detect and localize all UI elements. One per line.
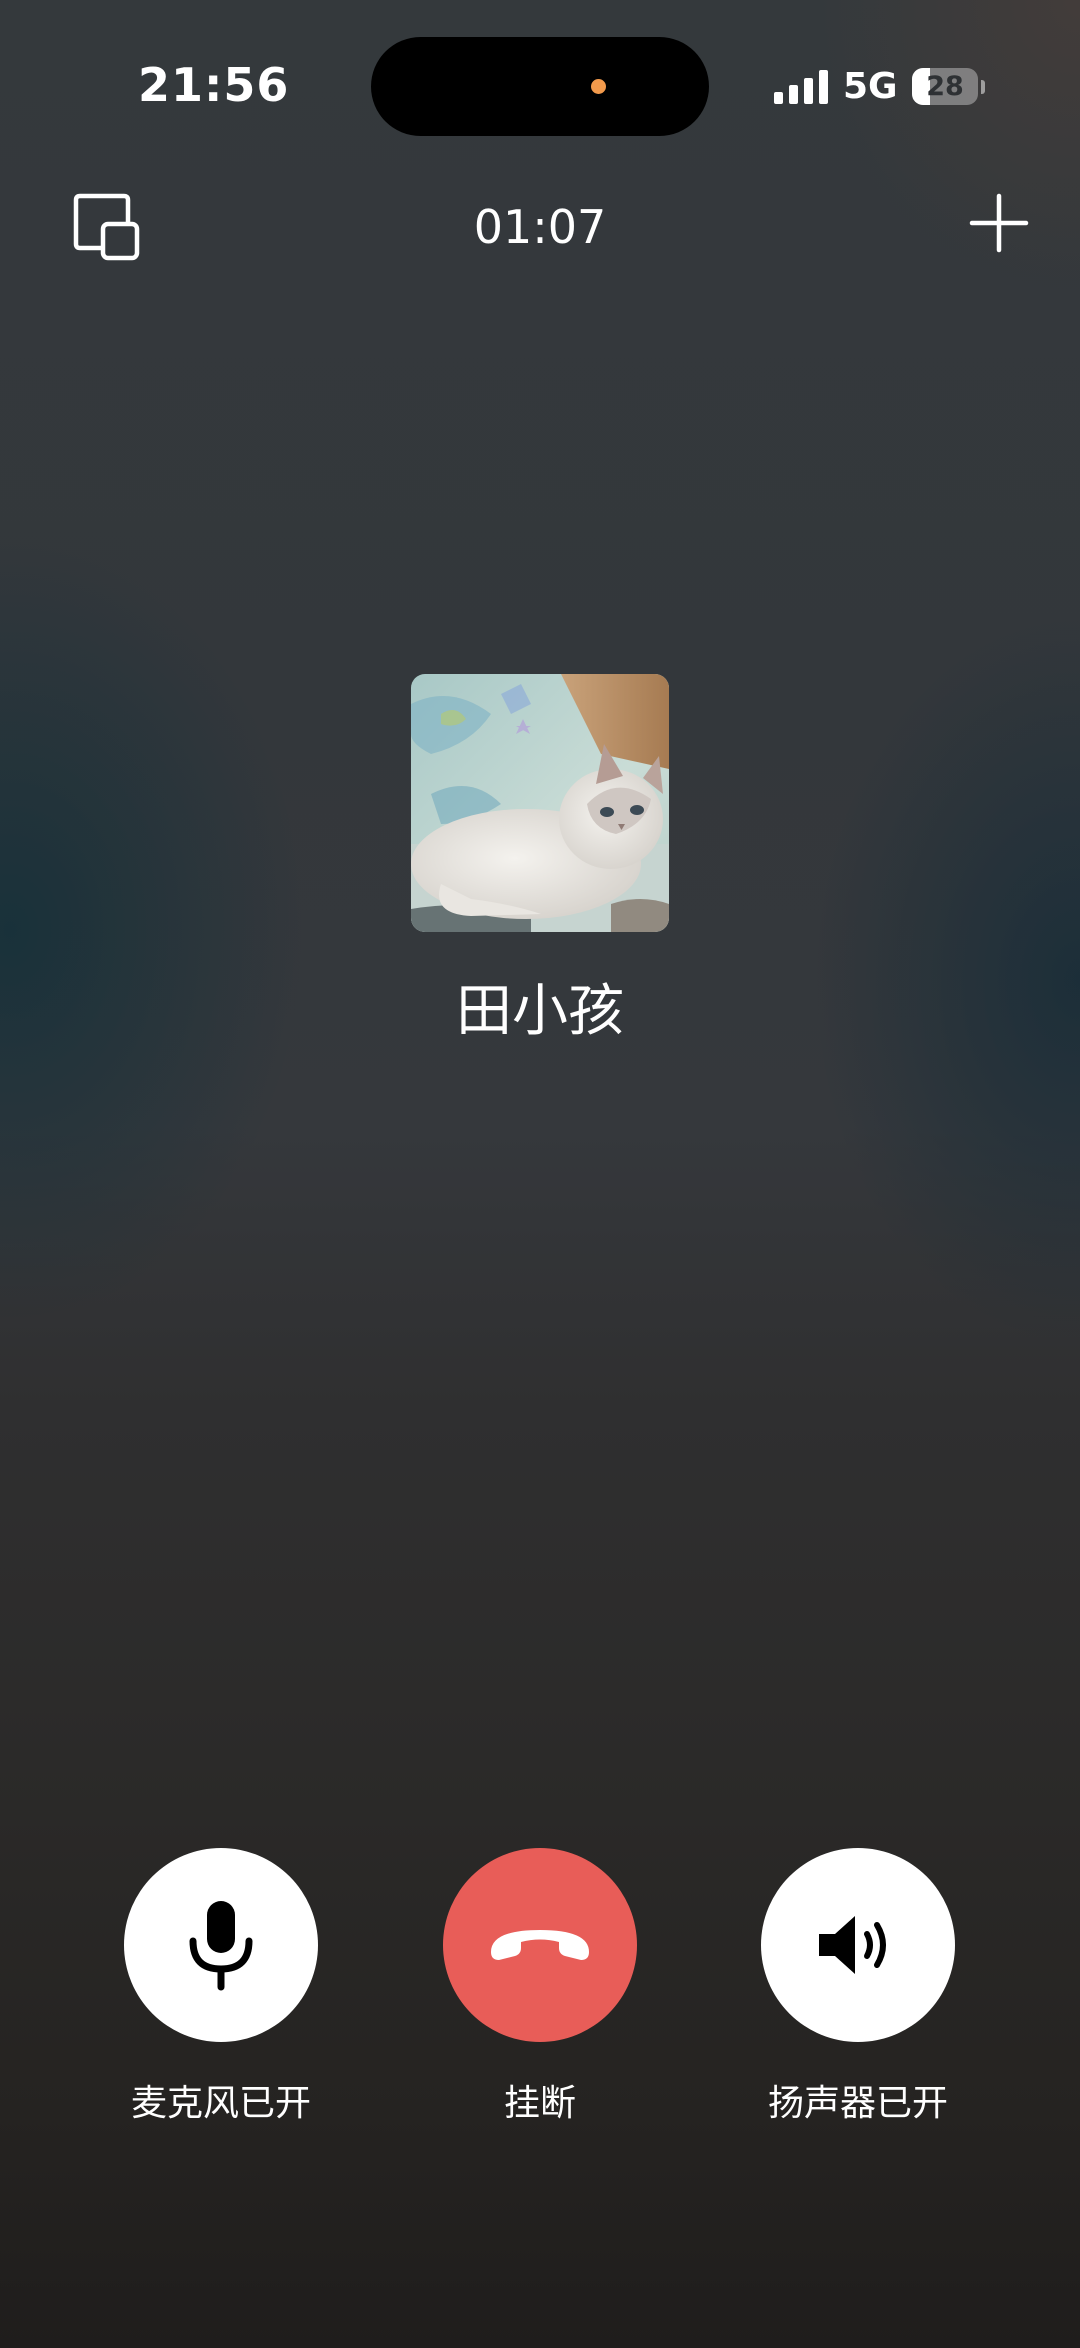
speaker-label: 扬声器已开 xyxy=(767,2083,948,2124)
minimize-call-button[interactable] xyxy=(70,190,146,266)
network-type: 5G xyxy=(843,66,898,107)
minimize-window-icon xyxy=(73,193,140,261)
battery-icon: 28 xyxy=(912,68,978,105)
microphone-button[interactable] xyxy=(124,1848,318,2042)
microphone-label: 麦克风已开 xyxy=(130,2083,311,2124)
dynamic-island xyxy=(371,37,709,136)
cat-photo xyxy=(411,674,669,932)
cellular-signal-icon xyxy=(774,70,828,104)
hang-up-label: 挂断 xyxy=(503,2083,576,2124)
microphone-icon xyxy=(189,1901,253,1991)
call-duration: 01:07 xyxy=(473,200,607,254)
caller-avatar xyxy=(411,674,669,932)
speaker-button[interactable] xyxy=(761,1848,955,2042)
phone-hangup-icon xyxy=(491,1930,589,1960)
speaker-icon xyxy=(819,1916,886,1974)
status-time: 21:56 xyxy=(138,58,290,112)
caller-name: 田小孩 xyxy=(456,979,624,1044)
plus-icon xyxy=(969,193,1029,253)
privacy-indicator-dot xyxy=(591,79,606,94)
hang-up-button[interactable] xyxy=(443,1848,637,2042)
battery-cap xyxy=(981,80,985,94)
battery-percentage: 28 xyxy=(926,71,964,102)
add-participant-button[interactable] xyxy=(966,190,1032,256)
voice-call-screen: 21:56 5G 28 01:07 田小孩 麦克风已开 挂断 扬声器已开 xyxy=(0,0,1080,2348)
